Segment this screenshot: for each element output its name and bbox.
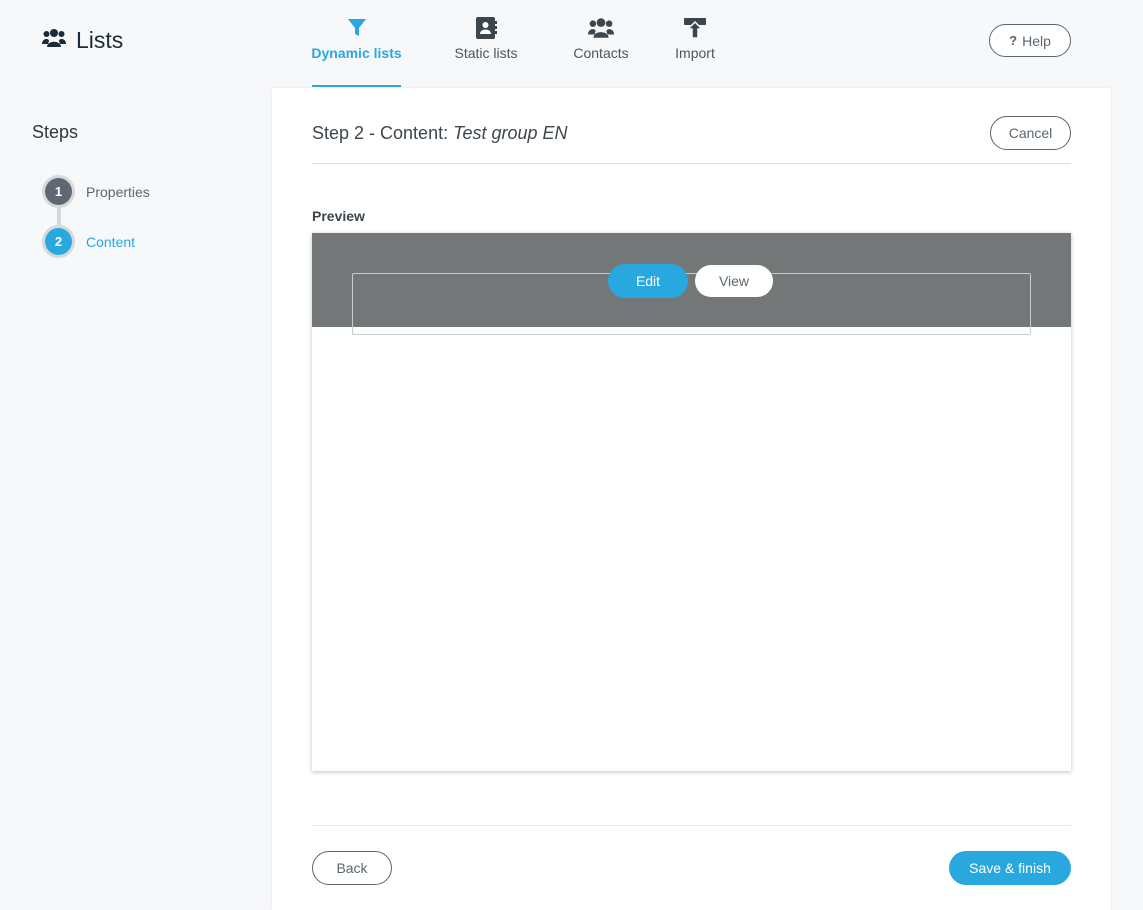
nav-static-lists[interactable]: Static lists <box>440 14 532 87</box>
help-button[interactable]: ? Help <box>989 24 1071 57</box>
content-card: Step 2 - Content: Test group EN Cancel P… <box>272 88 1111 910</box>
question-icon: ? <box>1009 33 1018 48</box>
address-book-icon <box>474 15 498 40</box>
app-title-text: Lists <box>76 27 124 53</box>
step-number: 2 <box>45 228 72 255</box>
step-number-badge: 2 <box>42 225 75 258</box>
steps-title: Steps <box>32 122 79 142</box>
app-title: Lists <box>42 27 123 54</box>
divider <box>312 825 1071 826</box>
step-content[interactable]: 2 Content <box>42 225 135 258</box>
preview-block-frame[interactable] <box>352 273 1031 335</box>
view-button[interactable]: View <box>695 265 773 297</box>
step-label: Properties <box>86 183 150 200</box>
preview-panel[interactable]: Edit View <box>312 233 1071 771</box>
nav-import[interactable]: Import <box>672 14 718 87</box>
back-button[interactable]: Back <box>312 851 392 885</box>
cancel-button[interactable]: Cancel <box>990 116 1071 150</box>
nav-import-label: Import <box>675 45 715 61</box>
upload-icon <box>683 15 707 40</box>
list-name: Test group EN <box>453 123 568 143</box>
step-number-badge: 1 <box>42 175 75 208</box>
nav-dynamic-lists[interactable]: Dynamic lists <box>311 14 402 87</box>
users-icon <box>588 15 614 40</box>
step-label: Content <box>86 233 136 250</box>
divider <box>312 163 1071 164</box>
users-icon <box>42 28 66 53</box>
filter-icon <box>347 15 367 40</box>
step-properties[interactable]: 1 Properties <box>42 175 150 208</box>
nav-contacts[interactable]: Contacts <box>572 14 630 87</box>
save-finish-button[interactable]: Save & finish <box>949 851 1071 885</box>
page-title: Step 2 - Content: Test group EN <box>312 123 568 144</box>
help-label: Help <box>1022 32 1051 49</box>
step-number: 1 <box>45 178 72 205</box>
nav-contacts-label: Contacts <box>573 45 629 61</box>
nav-dynamic-lists-label: Dynamic lists <box>311 45 402 61</box>
main-nav: Dynamic lists Static lists Contacts Impo… <box>311 14 718 87</box>
edit-button[interactable]: Edit <box>608 264 688 298</box>
nav-static-lists-label: Static lists <box>454 45 518 61</box>
preview-label: Preview <box>312 208 365 224</box>
page-title-prefix: Step 2 - Content: <box>312 123 449 143</box>
